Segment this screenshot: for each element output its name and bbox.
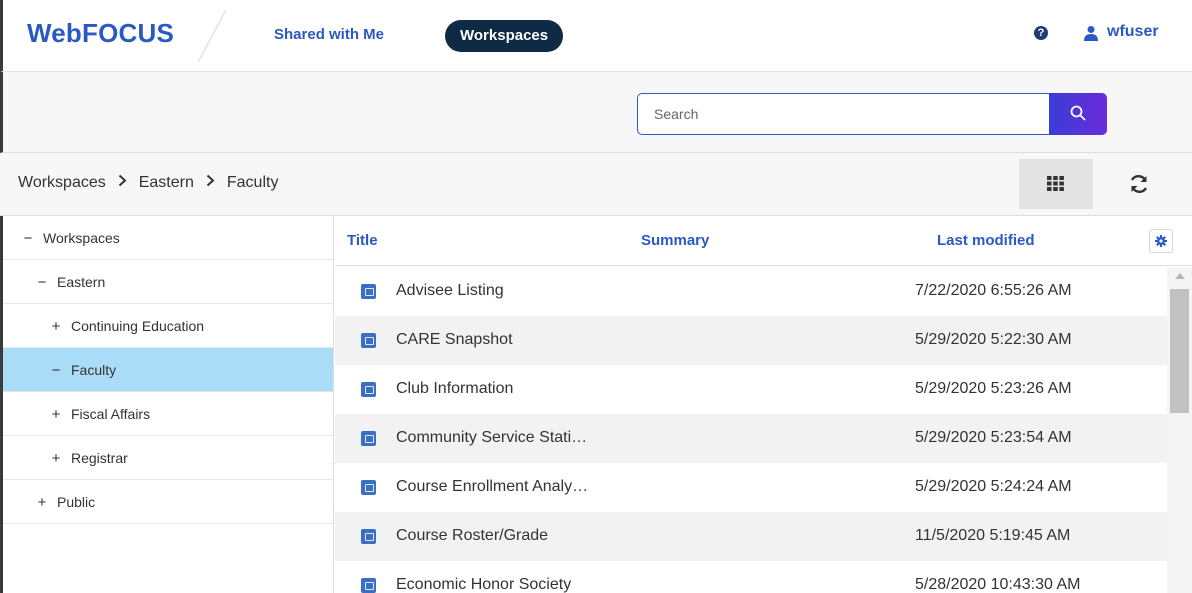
row-last-modified: 7/22/2020 6:55:26 AM [915,282,1072,299]
expand-icon[interactable]: + [35,481,49,525]
report-file-icon [361,333,376,348]
collapse-icon[interactable]: − [21,217,35,261]
search-icon [1070,105,1086,121]
search-button[interactable] [1049,93,1107,135]
column-header-title[interactable]: Title [347,232,378,249]
webfocus-logo[interactable]: WebFOCUS [27,18,174,49]
breadcrumb-item-faculty: Faculty [226,174,279,191]
nav-shared-with-me[interactable]: Shared with Me [274,26,384,43]
row-last-modified: 11/5/2020 5:19:45 AM [915,527,1071,544]
row-title[interactable]: Community Service Stati… [396,429,587,447]
breadcrumb-item-eastern[interactable]: Eastern [139,174,194,192]
help-icon[interactable]: ? [1034,26,1048,40]
row-title[interactable]: CARE Snapshot [396,331,513,349]
content-list: Title Summary Last modified Advisee List… [335,216,1192,593]
refresh-icon[interactable] [1128,173,1150,195]
expand-icon[interactable]: + [49,305,63,349]
table-row[interactable]: CARE Snapshot 5/29/2020 5:22:30 AM [335,316,1168,365]
scrollbar-thumb[interactable] [1170,289,1189,413]
report-file-icon [361,480,376,495]
gear-icon [1155,235,1167,247]
row-last-modified: 5/28/2020 10:43:30 AM [915,576,1081,593]
report-file-icon [361,529,376,544]
expand-icon[interactable]: + [49,393,63,437]
tree-item-label: Public [57,494,96,510]
row-title[interactable]: Advisee Listing [396,282,504,300]
user-menu[interactable]: wfuser [1107,23,1159,41]
report-file-icon [361,431,376,446]
report-file-icon [361,382,376,397]
column-header-last-modified[interactable]: Last modified [937,232,1035,249]
row-title[interactable]: Economic Honor Society [396,576,571,593]
table-row[interactable]: Advisee Listing 7/22/2020 6:55:26 AM [335,267,1168,316]
row-title[interactable]: Course Enrollment Analy… [396,478,588,496]
row-last-modified: 5/29/2020 5:23:54 AM [915,429,1072,446]
grid-view-button[interactable] [1019,159,1093,209]
search-input[interactable] [637,93,1051,135]
expand-icon[interactable]: + [49,437,63,481]
tree-item[interactable]: − Workspaces [3,216,333,260]
breadcrumb-bar: Workspaces Eastern Faculty [0,153,1192,216]
grid-view-icon [1047,176,1064,191]
tree-item[interactable]: − Faculty [3,348,333,392]
row-last-modified: 5/29/2020 5:24:24 AM [915,478,1072,495]
tree-item[interactable]: + Continuing Education [3,304,333,348]
tree-item-label: Continuing Education [71,318,205,334]
table-body: Advisee Listing 7/22/2020 6:55:26 AM CARE … [335,267,1168,593]
tree-item[interactable]: + Fiscal Affairs [3,392,333,436]
column-header-summary[interactable]: Summary [641,232,709,249]
row-title[interactable]: Club Information [396,380,513,398]
top-header: WebFOCUS Shared with Me Workspaces ? wfu… [0,0,1192,72]
collapse-icon[interactable]: − [49,349,63,393]
tree-item-label: Fiscal Affairs [71,406,151,422]
breadcrumb-item-workspaces[interactable]: Workspaces [18,174,106,192]
report-file-icon [361,284,376,299]
row-last-modified: 5/29/2020 5:22:30 AM [915,331,1072,348]
table-header: Title Summary Last modified [335,216,1192,266]
scroll-up-arrow-icon[interactable] [1175,273,1185,279]
report-file-icon [361,578,376,593]
breadcrumb: Workspaces Eastern Faculty [18,174,278,192]
tree-item-label: Eastern [57,274,106,290]
column-settings-button[interactable] [1149,229,1173,253]
workspace-tree: − Workspaces − Eastern + Continuing Education… [0,216,334,593]
row-title[interactable]: Course Roster/Grade [396,527,548,545]
tree-item-label: Registrar [71,450,128,466]
nav-workspaces[interactable]: Workspaces [445,20,564,52]
user-icon[interactable] [1084,25,1098,41]
table-row[interactable]: Course Enrollment Analy… 5/29/2020 5:24:2… [335,463,1168,512]
vertical-scrollbar[interactable] [1167,267,1192,593]
tree-item-label: Workspaces [43,230,120,246]
collapse-icon[interactable]: − [35,261,49,305]
table-row[interactable]: Club Information 5/29/2020 5:23:26 AM [335,365,1168,414]
table-row[interactable]: Course Roster/Grade 11/5/2020 5:19:45 AM [335,512,1168,561]
tree-item-label: Faculty [71,362,117,378]
table-row[interactable]: Community Service Stati… 5/29/2020 5:23:5… [335,414,1168,463]
header-divider [197,10,227,62]
tree-item[interactable]: + Public [3,480,333,524]
chevron-right-icon [118,174,127,192]
tree-item[interactable]: − Eastern [3,260,333,304]
row-last-modified: 5/29/2020 5:23:26 AM [915,380,1072,397]
tree-item[interactable]: + Registrar [3,436,333,480]
search-toolbar [0,72,1192,153]
table-row[interactable]: Economic Honor Society 5/28/2020 10:43:30… [335,561,1168,593]
chevron-right-icon [206,174,215,192]
